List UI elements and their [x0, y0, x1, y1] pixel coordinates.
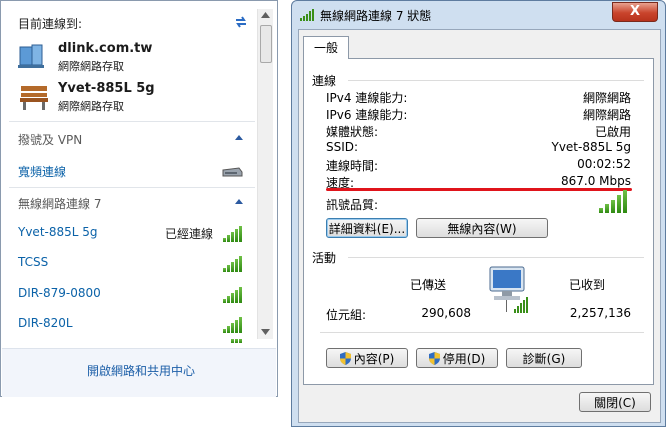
received-label: 已收到	[569, 278, 606, 292]
wifi-network-name[interactable]: TCSS	[18, 255, 48, 269]
status-dialog: 無線網路連線 7 狀態 X 一般 連線 IPv4 連線能力: 網際網路 IPv6…	[291, 0, 666, 427]
speed-value: 867.0 Mbps	[560, 174, 631, 188]
signal-strength-icon	[223, 285, 245, 303]
ipv6-label: IPv6 連線能力:	[326, 108, 408, 122]
activity-heading: 活動	[312, 251, 337, 265]
duration-label: 連線時間:	[326, 159, 379, 173]
currently-connected-label: 目前連線到:	[18, 17, 83, 31]
details-button[interactable]: 詳細資料(E)...	[326, 218, 408, 238]
dialog-client: 一般 連線 IPv4 連線能力: 網際網路 IPv6 連線能力: 網際網路 媒體…	[298, 29, 661, 423]
flyout-footer: 開啟網路和共用中心	[2, 348, 276, 397]
scrollbar-thumb[interactable]	[260, 25, 272, 63]
collapse-caret-icon[interactable]	[235, 135, 243, 140]
scroll-up-icon[interactable]	[261, 12, 270, 18]
open-network-center-link[interactable]: 開啟網路和共用中心	[87, 362, 195, 379]
modem-icon	[222, 167, 243, 177]
ssid-value: Yvet-885L 5g	[551, 140, 631, 154]
divider	[9, 187, 255, 188]
connection-heading: 連線	[312, 74, 337, 88]
collapse-caret-icon[interactable]	[235, 199, 243, 204]
sent-label: 已傳送	[410, 278, 447, 292]
network-domain-icon	[18, 44, 44, 68]
wireless-signal-icon	[300, 9, 314, 21]
properties-button[interactable]: 內容(P)	[326, 348, 408, 368]
uac-shield-icon	[428, 352, 440, 365]
tab-general[interactable]: 一般	[303, 36, 349, 59]
signal-strength-icon	[223, 339, 245, 343]
uac-shield-icon	[339, 352, 351, 365]
refresh-icon[interactable]	[233, 14, 249, 30]
bytes-received-value: 2,257,136	[569, 306, 631, 320]
bytes-sent-value: 290,608	[421, 306, 471, 320]
signal-strength-icon	[223, 254, 245, 272]
signal-quality-label: 訊號品質:	[326, 198, 379, 212]
wireless-properties-button[interactable]: 無線內容(W)	[416, 218, 548, 238]
media-state-label: 媒體狀態:	[326, 125, 379, 139]
media-state-value: 已啟用	[594, 125, 631, 139]
general-panel: 連線 IPv4 連線能力: 網際網路 IPv6 連線能力: 網際網路 媒體狀態:…	[303, 58, 654, 385]
group-divider	[348, 257, 644, 258]
dialup-vpn-section[interactable]: 撥號及 VPN	[18, 131, 82, 148]
ipv4-label: IPv4 連線能力:	[326, 91, 408, 105]
signal-strength-icon	[223, 315, 245, 333]
broadband-connection[interactable]: 寬頻連線	[18, 163, 66, 180]
scrollbar[interactable]	[257, 9, 273, 339]
diagnose-button[interactable]: 診斷(G)	[506, 348, 582, 368]
connection-status: 網際網路存取	[58, 100, 124, 113]
wifi-network-name[interactable]: Yvet-885L 5g	[18, 225, 98, 239]
signal-strength-icon	[223, 224, 245, 242]
speed-highlight	[326, 188, 632, 191]
properties-label: 內容(P)	[353, 352, 395, 366]
dialog-title: 無線網路連線 7 狀態	[320, 9, 432, 23]
signal-quality-icon	[599, 189, 629, 213]
duration-value: 00:02:52	[577, 157, 631, 171]
scroll-down-icon[interactable]	[261, 329, 270, 335]
bytes-label: 位元組:	[326, 308, 367, 322]
connection-name: Yvet-885L 5g	[58, 81, 155, 96]
wifi-network-name[interactable]: DIR-879-0800	[18, 286, 101, 300]
network-computer-icon	[489, 266, 528, 313]
ipv4-value: 網際網路	[582, 91, 631, 105]
group-divider	[348, 80, 644, 81]
wireless-section[interactable]: 無線網路連線 7	[18, 195, 101, 212]
wifi-network-name[interactable]: DIR-820L	[18, 316, 73, 330]
wifi-network-state: 已經連線	[165, 227, 214, 241]
group-divider	[320, 332, 644, 333]
network-flyout: 目前連線到: dlink.com.tw 網際網路存取 Yvet-885L 5g …	[0, 0, 278, 397]
park-bench-icon	[20, 86, 48, 110]
divider	[9, 121, 255, 122]
connection-status: 網際網路存取	[58, 60, 124, 73]
disable-button[interactable]: 停用(D)	[416, 348, 498, 368]
connection-name: dlink.com.tw	[58, 41, 153, 56]
close-button[interactable]: 關閉(C)	[579, 392, 651, 412]
close-window-button[interactable]: X	[612, 2, 658, 22]
ssid-label: SSID:	[326, 140, 359, 154]
ipv6-value: 網際網路	[582, 108, 631, 122]
disable-label: 停用(D)	[442, 352, 486, 366]
